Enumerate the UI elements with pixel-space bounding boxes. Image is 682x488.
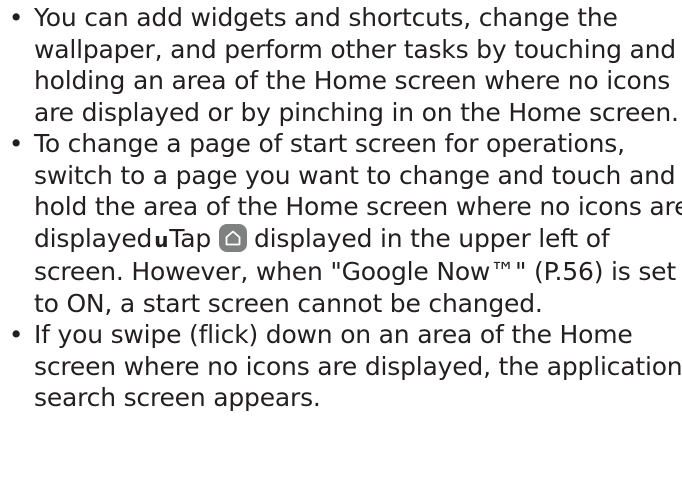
bullet-item-start-screen: • To change a page of start screen for o… [0, 128, 682, 319]
bullet-text-line: switch to a page you want to change and … [34, 160, 676, 190]
bullet-text-line: search screen appears. [34, 383, 321, 412]
bullet-item-swipe-search: • If you swipe (flick) down on an area o… [0, 319, 682, 414]
home-icon [219, 223, 248, 252]
bullet-text-line: to ON, a start screen cannot be changed. [34, 288, 543, 318]
step-arrow-glyph: u [154, 227, 169, 252]
bullet-text-line: If you swipe (flick) down on an area of … [34, 320, 633, 349]
bullet-text-line: hold the area of the Home screen where n… [34, 192, 682, 221]
inline-text: Tap [169, 223, 212, 253]
bullet-text-line: screen where no icons are displayed, the… [34, 351, 682, 381]
bullet-text-line: You can add widgets and shortcuts, chang… [34, 3, 618, 32]
bullet-text-line: screen. However, when "Google Now™" (P.5… [34, 257, 676, 286]
document-body: • You can add widgets and shortcuts, cha… [0, 2, 682, 414]
inline-text: displayed in the upper left of [254, 223, 610, 253]
bullet-text-line: holding an area of the Home screen where… [34, 66, 671, 95]
bullet-text-line: wallpaper, and perform other tasks by to… [34, 34, 676, 64]
bullet-mark: • [8, 320, 24, 349]
bullet-mark: • [8, 3, 24, 32]
bullet-text-line-with-icon: displayed uTap displayed in the upper left… [34, 223, 676, 257]
bullet-text-line: are displayed or by pinching in on the H… [34, 97, 679, 127]
inline-text: displayed [34, 223, 153, 253]
bullet-mark: • [8, 129, 24, 158]
bullet-text-line: To change a page of start screen for ope… [34, 129, 625, 158]
bullet-item-widgets: • You can add widgets and shortcuts, cha… [0, 2, 682, 128]
